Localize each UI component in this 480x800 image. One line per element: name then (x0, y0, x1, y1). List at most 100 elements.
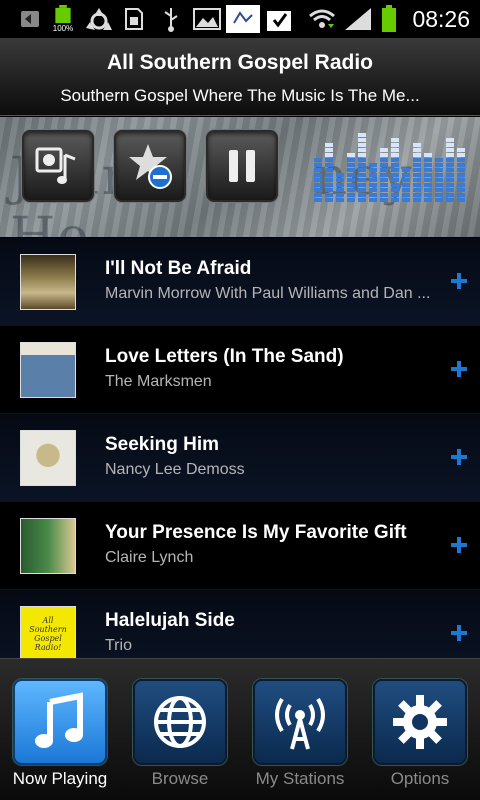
equalizer-segment (369, 178, 377, 182)
equalizer-segment (424, 158, 432, 162)
audio-output-button[interactable] (22, 130, 94, 202)
equalizer-segment (325, 143, 333, 147)
equalizer-segment (413, 163, 421, 167)
equalizer-segment (314, 173, 322, 177)
picture-icon (192, 5, 222, 33)
tab-browse[interactable]: Browse (120, 659, 240, 800)
options-tile[interactable] (373, 679, 467, 765)
my-stations-tile[interactable] (253, 679, 347, 765)
equalizer-segment (380, 148, 388, 152)
list-item[interactable]: Your Presence Is My Favorite Gift Claire… (0, 502, 480, 590)
recent-tracks-list[interactable]: I'll Not Be Afraid Marvin Morrow With Pa… (0, 238, 480, 658)
equalizer-segment (314, 158, 322, 162)
equalizer-segment (457, 178, 465, 182)
equalizer-segment (358, 183, 366, 187)
equalizer-segment (413, 198, 421, 202)
track-title: Seeking Him (105, 434, 220, 455)
battery-icon: 100% (50, 5, 76, 33)
equalizer-segment (325, 188, 333, 192)
tab-label: Now Playing (12, 769, 108, 788)
station-subtitle: Southern Gospel Where The Music Is The M… (60, 86, 420, 105)
equalizer-segment (424, 163, 432, 167)
equalizer-segment (457, 163, 465, 167)
equalizer-segment (435, 183, 443, 187)
equalizer-segment (446, 168, 454, 172)
equalizer-segment (424, 188, 432, 192)
equalizer-segment (402, 173, 410, 177)
tab-now-playing[interactable]: Now Playing (0, 659, 120, 800)
album-art (20, 342, 76, 398)
equalizer-segment (391, 153, 399, 157)
pause-button[interactable] (206, 130, 278, 202)
equalizer-segment (380, 168, 388, 172)
equalizer-segment (457, 158, 465, 162)
equalizer-segment (391, 168, 399, 172)
app-notification-icon (226, 5, 260, 33)
list-item[interactable]: All Southern Gospel Radio! Halelujah Sid… (0, 590, 480, 658)
equalizer-segment (457, 188, 465, 192)
add-icon[interactable] (450, 624, 468, 642)
equalizer-segment (380, 173, 388, 177)
tab-my-stations[interactable]: My Stations (240, 659, 360, 800)
add-icon[interactable] (450, 448, 468, 466)
equalizer-segment (446, 193, 454, 197)
equalizer-segment (435, 168, 443, 172)
now-playing-tile[interactable] (13, 679, 107, 765)
equalizer-segment (358, 193, 366, 197)
equalizer-segment (413, 148, 421, 152)
equalizer-segment (325, 193, 333, 197)
equalizer-segment (358, 173, 366, 177)
track-artist: Marvin Morrow With Paul Williams and Dan… (105, 285, 431, 302)
recycle-icon (84, 5, 114, 33)
equalizer-segment (358, 148, 366, 152)
equalizer-segment (391, 183, 399, 187)
equalizer-segment (446, 138, 454, 142)
pause-icon (229, 150, 255, 182)
equalizer-segment (380, 183, 388, 187)
equalizer-segment (446, 188, 454, 192)
tab-options[interactable]: Options (360, 659, 480, 800)
station-title: All Southern Gospel Radio (106, 51, 374, 74)
equalizer-segment (457, 193, 465, 197)
equalizer-segment (314, 188, 322, 192)
add-icon[interactable] (450, 360, 468, 378)
add-icon[interactable] (450, 536, 468, 554)
equalizer-segment (435, 178, 443, 182)
equalizer-segment (325, 168, 333, 172)
equalizer-segment (369, 188, 377, 192)
album-art (20, 430, 76, 486)
equalizer-segment (325, 198, 333, 202)
album-art (20, 518, 76, 574)
equalizer-segment (347, 173, 355, 177)
browse-tile[interactable] (133, 679, 227, 765)
list-item[interactable]: I'll Not Be Afraid Marvin Morrow With Pa… (0, 238, 480, 326)
equalizer-segment (391, 158, 399, 162)
equalizer-segment (424, 178, 432, 182)
equalizer-segment (358, 188, 366, 192)
equalizer-segment (391, 173, 399, 177)
equalizer-segment (347, 168, 355, 172)
equalizer-segment (314, 178, 322, 182)
battery-label: 100% (52, 24, 74, 33)
equalizer-segment (446, 178, 454, 182)
equalizer-segment (358, 178, 366, 182)
equalizer-segment (457, 183, 465, 187)
player-banner: Jour ney Ho (0, 117, 480, 237)
equalizer-segment (325, 148, 333, 152)
equalizer-segment (347, 183, 355, 187)
equalizer-segment (413, 178, 421, 182)
gear-icon (393, 695, 447, 749)
equalizer-segment (325, 173, 333, 177)
station-header: All Southern Gospel Radio Southern Gospe… (0, 38, 480, 116)
equalizer-segment (380, 198, 388, 202)
equalizer-segment (336, 198, 344, 202)
list-item[interactable]: Seeking Him Nancy Lee Demoss (0, 414, 480, 502)
usb-icon (158, 5, 184, 33)
favorite-remove-button[interactable] (114, 130, 186, 202)
equalizer-segment (413, 193, 421, 197)
equalizer-segment (336, 193, 344, 197)
equalizer-segment (380, 193, 388, 197)
add-icon[interactable] (450, 272, 468, 290)
list-item[interactable]: Love Letters (In The Sand) The Marksmen (0, 326, 480, 414)
equalizer-segment (314, 193, 322, 197)
